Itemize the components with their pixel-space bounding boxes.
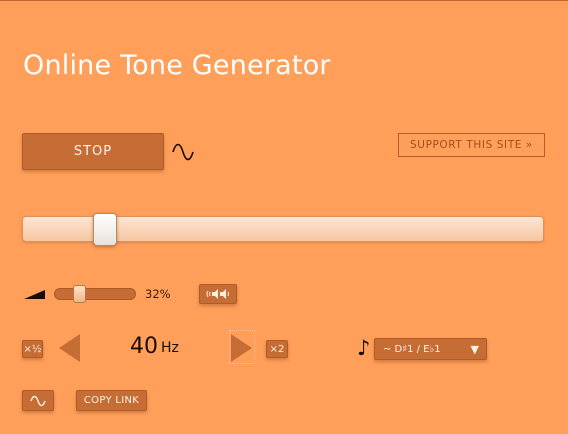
copy-link-button[interactable]: COPY LINK bbox=[76, 390, 147, 411]
frequency-slider-thumb[interactable] bbox=[93, 213, 117, 246]
volume-percent: 32% bbox=[145, 287, 171, 301]
stop-button[interactable]: STOP bbox=[22, 133, 164, 170]
halve-frequency-button[interactable]: ×½ bbox=[22, 340, 43, 358]
sine-wave-icon[interactable] bbox=[171, 141, 195, 163]
sine-wave-icon bbox=[30, 395, 46, 406]
support-site-link[interactable]: SUPPORT THIS SITE » bbox=[398, 133, 545, 157]
volume-slider-thumb[interactable] bbox=[73, 285, 86, 303]
double-frequency-button[interactable]: ×2 bbox=[266, 340, 288, 358]
volume-slider-track[interactable] bbox=[54, 288, 136, 300]
note-select[interactable]: ~ D♯1 / E♭1 ▼ bbox=[374, 338, 487, 360]
triangle-right-icon[interactable] bbox=[231, 334, 252, 362]
page-title: Online Tone Generator bbox=[23, 50, 331, 81]
note-select-value: ~ D♯1 / E♭1 bbox=[383, 343, 441, 355]
triangle-left-icon[interactable] bbox=[59, 334, 80, 362]
music-note-icon: ♪ bbox=[357, 336, 371, 360]
volume-wedge-icon bbox=[24, 290, 45, 299]
frequency-value[interactable]: 40 bbox=[130, 334, 158, 359]
frequency-unit: Hz bbox=[161, 340, 179, 356]
balance-button[interactable] bbox=[199, 284, 237, 304]
speaker-balance-icon bbox=[206, 289, 229, 299]
chevron-down-icon: ▼ bbox=[470, 342, 479, 356]
top-border bbox=[0, 0, 568, 1]
waveform-button[interactable] bbox=[22, 390, 54, 411]
